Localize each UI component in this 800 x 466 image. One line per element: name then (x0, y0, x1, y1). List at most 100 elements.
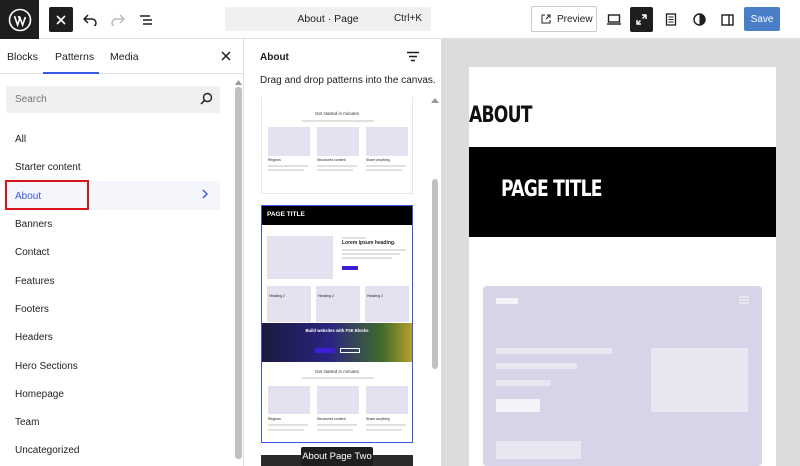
inserter-tabs: Blocks Patterns Media (0, 39, 244, 74)
pattern-card-selected[interactable]: PAGE TITLE Lorem ipsum heading. Heading … (261, 205, 413, 443)
category-starter-content[interactable]: Starter content (15, 162, 81, 173)
preview-cta-title: Build websites with FSE Blocks (305, 328, 369, 333)
preview-column-label: Share anything (366, 158, 390, 162)
redo-icon (111, 13, 125, 26)
zoom-out-button[interactable] (630, 7, 653, 32)
filter-icon[interactable] (407, 51, 419, 62)
preview-bottom-heading: Get started in minutes (314, 369, 360, 374)
category-uncategorized[interactable]: Uncategorized (15, 445, 79, 456)
sidebar-scrollbar[interactable] (233, 80, 244, 466)
preview-text-line (317, 424, 357, 426)
preview-column-label: Share anything (366, 417, 390, 421)
undo-button[interactable] (80, 7, 100, 32)
preview-text-line (268, 424, 308, 426)
sidebar-icon (720, 13, 734, 26)
patterns-panel-title: About (260, 52, 289, 63)
preview-text-line (268, 165, 308, 167)
category-banners[interactable]: Banners (15, 219, 52, 230)
preview-column-label: Regions (268, 417, 281, 421)
preview-text-line (302, 120, 374, 122)
preview-button (342, 266, 358, 270)
preview-feature-heading: Heading 2 (367, 294, 383, 298)
settings-sidebar-button[interactable] (716, 7, 738, 32)
preview-image (268, 386, 310, 414)
editor-topbar: About · Page Ctrl+K Preview Save (0, 0, 800, 39)
category-all[interactable]: All (15, 134, 26, 145)
placeholder-logo (496, 298, 518, 304)
preview-feature-box (316, 286, 360, 322)
preview-image (317, 127, 359, 156)
preview-text-line (268, 429, 304, 431)
preview-feature-box (365, 286, 409, 322)
preview-image (268, 127, 310, 156)
menu-icon (739, 296, 749, 304)
preview-image (317, 386, 359, 414)
preview-text-line (342, 237, 366, 239)
preview-cta-button (340, 348, 360, 353)
tab-blocks[interactable]: Blocks (7, 51, 38, 63)
about-heading[interactable]: ABOUT (469, 103, 532, 128)
list-view-icon (140, 14, 152, 25)
external-link-icon (541, 14, 551, 24)
placeholder-block (496, 441, 581, 459)
preview-text-line (342, 249, 406, 251)
close-icon[interactable] (219, 49, 233, 63)
placeholder-button (496, 399, 540, 412)
preview-banner-title: PAGE TITLE (267, 211, 305, 218)
preview-text-line (317, 165, 357, 167)
close-icon (56, 14, 66, 25)
category-footers[interactable]: Footers (15, 304, 49, 315)
category-features[interactable]: Features (15, 276, 54, 287)
redo-button[interactable] (108, 7, 128, 32)
active-tab-indicator (43, 72, 99, 74)
tab-media[interactable]: Media (110, 51, 139, 63)
tab-patterns[interactable]: Patterns (55, 51, 94, 63)
search-icon (200, 92, 213, 105)
styles-book-button[interactable] (660, 7, 682, 32)
preview-button[interactable]: Preview (531, 6, 597, 32)
close-inserter-button[interactable] (49, 7, 73, 32)
wordpress-logo-icon[interactable] (0, 0, 39, 39)
preview-text-line (268, 169, 304, 171)
document-icon (665, 13, 677, 26)
placeholder-text-line (496, 348, 612, 354)
category-homepage[interactable]: Homepage (15, 389, 64, 400)
page-title-heading[interactable]: PAGE TITLE (501, 177, 602, 202)
preview-label: Preview (557, 13, 593, 25)
pattern-card[interactable]: Get started in minutes Regions Structure… (261, 97, 413, 194)
preview-image (267, 236, 333, 279)
document-overview-button[interactable] (136, 7, 156, 32)
category-headers[interactable]: Headers (15, 332, 53, 343)
styles-button[interactable] (688, 7, 710, 32)
hero-placeholder-card[interactable] (483, 286, 762, 466)
preview-column-label: Structured content (317, 417, 346, 421)
chevron-right-icon (202, 189, 208, 199)
command-palette-bar[interactable]: About · Page Ctrl+K (225, 7, 431, 31)
pattern-search-input[interactable]: Search (6, 86, 220, 113)
fullscreen-icon (636, 14, 647, 25)
inserter-sidebar: Blocks Patterns Media Search All Starter… (0, 39, 244, 466)
category-about-highlight (5, 180, 89, 210)
placeholder-text-line (496, 363, 577, 369)
preview-feature-heading: Heading 2 (269, 294, 285, 298)
category-hero-sections[interactable]: Hero Sections (15, 361, 78, 372)
preview-text-line (366, 424, 406, 426)
save-button[interactable]: Save (744, 7, 780, 31)
category-team[interactable]: Team (15, 417, 39, 428)
preview-lorem-heading: Lorem ipsum heading. (342, 240, 396, 246)
preview-feature-box (267, 286, 311, 322)
patterns-scrollbar[interactable] (429, 98, 441, 466)
preview-column-label: Regions (268, 158, 281, 162)
preview-feature-heading: Heading 2 (318, 294, 334, 298)
preview-column-label: Structured content (317, 158, 346, 162)
desktop-icon (607, 14, 621, 25)
device-preview-button[interactable] (603, 7, 625, 32)
command-shortcut: Ctrl+K (393, 13, 422, 24)
preview-text-line (366, 169, 402, 171)
pattern-preview-heading: Get started in minutes (314, 111, 360, 116)
pattern-tooltip: About Page Two (301, 447, 373, 466)
patterns-panel: About Drag and drop patterns into the ca… (244, 39, 441, 466)
preview-cta-button (315, 348, 335, 353)
category-contact[interactable]: Contact (15, 247, 49, 258)
placeholder-text-line (496, 380, 551, 386)
